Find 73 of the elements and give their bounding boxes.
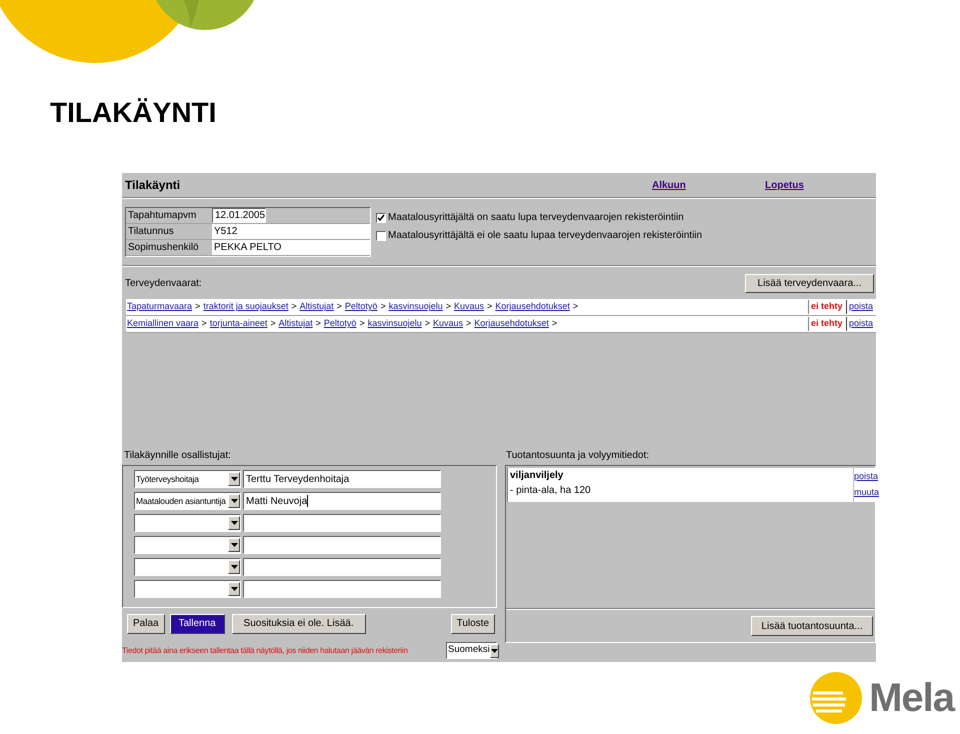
field-label: Tapahtumapvm (127, 209, 198, 223)
role-select[interactable] (134, 514, 241, 532)
add-hazard-button[interactable]: Lisää terveydenvaara... (745, 274, 874, 292)
production-title: viljanviljely (510, 469, 564, 483)
action-button[interactable]: Palaa (127, 614, 165, 634)
checkbox[interactable] (376, 230, 386, 240)
breadcrumb-separator: > (466, 317, 472, 330)
remove-link[interactable]: poista (846, 300, 876, 314)
name-field[interactable] (243, 558, 441, 576)
role-select[interactable] (134, 536, 241, 554)
section-heading: Tilakäynnille osallistujat: (123, 449, 232, 463)
name-field[interactable] (243, 580, 441, 598)
breadcrumb-separator: > (195, 300, 200, 314)
role-select[interactable]: Työterveyshoitaja (134, 470, 241, 488)
status-label: ei tehty (808, 317, 846, 331)
role-select[interactable] (134, 558, 241, 576)
name-field[interactable]: Terttu Terveydenhoitaja (243, 470, 441, 488)
field-label: Sopimushenkilö (127, 241, 200, 255)
breadcrumb-separator: > (424, 317, 430, 330)
breadcrumb-separator: > (336, 300, 342, 314)
field-label: Tilatunnus (127, 225, 175, 239)
breadcrumb-link[interactable]: Kuvaus (433, 317, 464, 331)
breadcrumb-link[interactable]: Kemiallinen vaara (127, 317, 199, 331)
breadcrumb-link[interactable]: kasvinsuojelu (368, 317, 422, 331)
field-value: PEKKA PELTO (212, 240, 370, 255)
breadcrumb-separator: > (291, 300, 297, 314)
breadcrumb-link[interactable]: Altistujat (278, 317, 313, 331)
page-title: Tilakäynti (125, 178, 180, 192)
production-detail: - pinta-ala, ha 120 (510, 484, 592, 498)
name-field[interactable]: Matti Neuvoja (243, 492, 441, 510)
remove-link[interactable]: poista (846, 317, 876, 331)
breadcrumb-separator: > (572, 300, 578, 314)
breadcrumb-separator: > (446, 300, 451, 314)
breadcrumb-link[interactable]: Altistujat (300, 300, 334, 314)
breadcrumb-link[interactable]: Peltotyö (324, 317, 356, 331)
checkbox-label: Maatalousyrittäjältä ei ole saatu lupaa terveydenvaarojen rekisteröintiin (388, 229, 702, 243)
section-heading: Tuotantosuunta ja volyymitiedot: (506, 449, 650, 463)
breadcrumb-separator: > (359, 317, 365, 330)
breadcrumb-link[interactable]: Korjausehdotukset (495, 300, 570, 314)
action-button[interactable]: Suosituksia ei ole. Lisää. (232, 614, 366, 634)
date-field[interactable]: 12.01.2005 (212, 208, 266, 223)
breadcrumb-separator: > (270, 317, 276, 330)
breadcrumb-link[interactable]: Peltotyö (344, 300, 378, 314)
breadcrumb-link[interactable]: torjunta-aineet (210, 317, 268, 331)
checkbox[interactable] (376, 212, 386, 222)
breadcrumb-separator: > (552, 317, 558, 330)
breadcrumb-separator: > (487, 300, 492, 314)
nav-link[interactable]: Alkuun (652, 178, 765, 192)
language-select[interactable]: Suomeksi (446, 642, 497, 659)
breadcrumb-link[interactable]: kasvinsuojelu (388, 300, 443, 314)
slide-title: TILAKÄYNTI (50, 97, 216, 128)
breadcrumb-link[interactable]: Tapaturmavaara (127, 300, 192, 314)
logo-text: Mela (869, 675, 954, 722)
breadcrumb-separator: > (202, 317, 207, 330)
checkbox-label: Maatalousyrittäjältä on saatu lupa terveydenvaarojen rekisteröintiin (388, 211, 684, 225)
role-select[interactable] (134, 580, 241, 598)
breadcrumb-link[interactable]: Korjausehdotukset (474, 317, 549, 331)
nav-link[interactable]: Lopetus (765, 178, 804, 192)
action-button[interactable]: Tallenna (170, 614, 225, 634)
name-field[interactable] (243, 514, 441, 532)
role-select[interactable]: Maatalouden asiantuntija (134, 492, 241, 510)
field-value: Y512 (212, 224, 370, 239)
breadcrumb-link[interactable]: traktorit ja suojaukset (203, 300, 288, 314)
status-label: ei tehty (808, 300, 846, 314)
breadcrumb-link[interactable]: Kuvaus (454, 300, 484, 314)
add-production-button[interactable]: Lisää tuotantosuunta... (751, 616, 873, 636)
breadcrumb-separator: > (380, 300, 386, 314)
sun-logo-icon (809, 671, 864, 725)
print-button[interactable]: Tuloste (450, 614, 495, 634)
section-heading: Terveydenvaarat: (125, 276, 202, 290)
breadcrumb-separator: > (316, 317, 321, 330)
name-field[interactable] (243, 536, 441, 554)
notice-text: Tiedot pitää aina erikseen tallentaa tällä näytöllä, jos niiden halutaan jäävän rekisteriin (122, 644, 409, 656)
